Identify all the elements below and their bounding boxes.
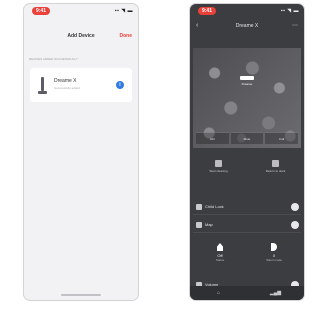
tab-signal[interactable]: ▂▄▆ bbox=[247, 286, 304, 300]
nav-bar: Add Device Done bbox=[24, 30, 138, 42]
child-lock-toggle[interactable] bbox=[291, 203, 299, 211]
moon-icon bbox=[271, 243, 277, 251]
status-time: 9:41 bbox=[32, 7, 50, 15]
status-bar: 9:41 ▪▪ ◥ ▬ bbox=[190, 4, 304, 18]
camera-fullscreen-button[interactable]: Full bbox=[265, 132, 299, 144]
dock-icon bbox=[272, 160, 279, 167]
home-indicator bbox=[61, 294, 101, 296]
quick-action-dock[interactable]: Return to dock bbox=[247, 154, 304, 194]
home-icon bbox=[217, 243, 223, 251]
device-card[interactable]: Dreame X Successfully added i bbox=[30, 68, 132, 102]
more-icon[interactable]: ⋯ bbox=[292, 20, 298, 32]
info-icon[interactable]: i bbox=[116, 81, 124, 89]
status-control[interactable]: Off Status bbox=[193, 240, 247, 276]
control-grid: Off Status 0 Silent mode bbox=[193, 240, 301, 276]
map-icon bbox=[196, 222, 202, 228]
robot-marker-icon bbox=[240, 76, 254, 80]
device-title: Dreame X bbox=[235, 23, 259, 29]
vacuum-icon bbox=[38, 77, 47, 95]
setting-row-map[interactable]: Map bbox=[193, 218, 301, 233]
camera-controls: HD Mute Full bbox=[196, 132, 299, 144]
camera-mute-button[interactable]: Mute bbox=[230, 132, 264, 144]
bottom-tab-bar: ⌂ ▂▄▆ bbox=[190, 286, 304, 300]
quick-actions: Start cleaning Return to dock bbox=[190, 154, 304, 194]
setting-row-child-lock[interactable]: Child Lock bbox=[193, 200, 301, 215]
status-bar: 9:41 ▪▪ ◥ ▬ bbox=[24, 4, 138, 18]
silent-mode-control[interactable]: 0 Silent mode bbox=[247, 240, 301, 276]
section-label: DEVICES ADDED SUCCESSFULLY bbox=[29, 57, 78, 61]
map-toggle[interactable] bbox=[291, 221, 299, 229]
status-time: 9:41 bbox=[198, 7, 216, 15]
device-status: Successfully added bbox=[54, 86, 80, 90]
camera-overlay: Dreame bbox=[237, 76, 257, 90]
done-button[interactable]: Done bbox=[120, 30, 133, 42]
device-name: Dreame X bbox=[54, 78, 77, 84]
lock-icon bbox=[196, 204, 202, 210]
device-control-screen: 9:41 ▪▪ ◥ ▬ ‹ Dreame X ⋯ Dreame HD Mute … bbox=[190, 4, 304, 300]
system-icons: ▪▪ ◥ ▬ bbox=[280, 8, 299, 14]
tab-home[interactable]: ⌂ bbox=[190, 286, 247, 300]
camera-quality-button[interactable]: HD bbox=[196, 132, 229, 144]
nav-bar: ‹ Dreame X ⋯ bbox=[190, 20, 304, 32]
camera-label: Dreame bbox=[241, 82, 253, 86]
camera-feed[interactable]: Dreame HD Mute Full bbox=[193, 48, 301, 148]
fan-icon bbox=[215, 160, 222, 167]
system-icons: ▪▪ ◥ ▬ bbox=[114, 8, 133, 14]
add-device-screen: 9:41 ▪▪ ◥ ▬ Add Device Done DEVICES ADDE… bbox=[24, 4, 138, 300]
quick-action-start[interactable]: Start cleaning bbox=[190, 154, 247, 194]
